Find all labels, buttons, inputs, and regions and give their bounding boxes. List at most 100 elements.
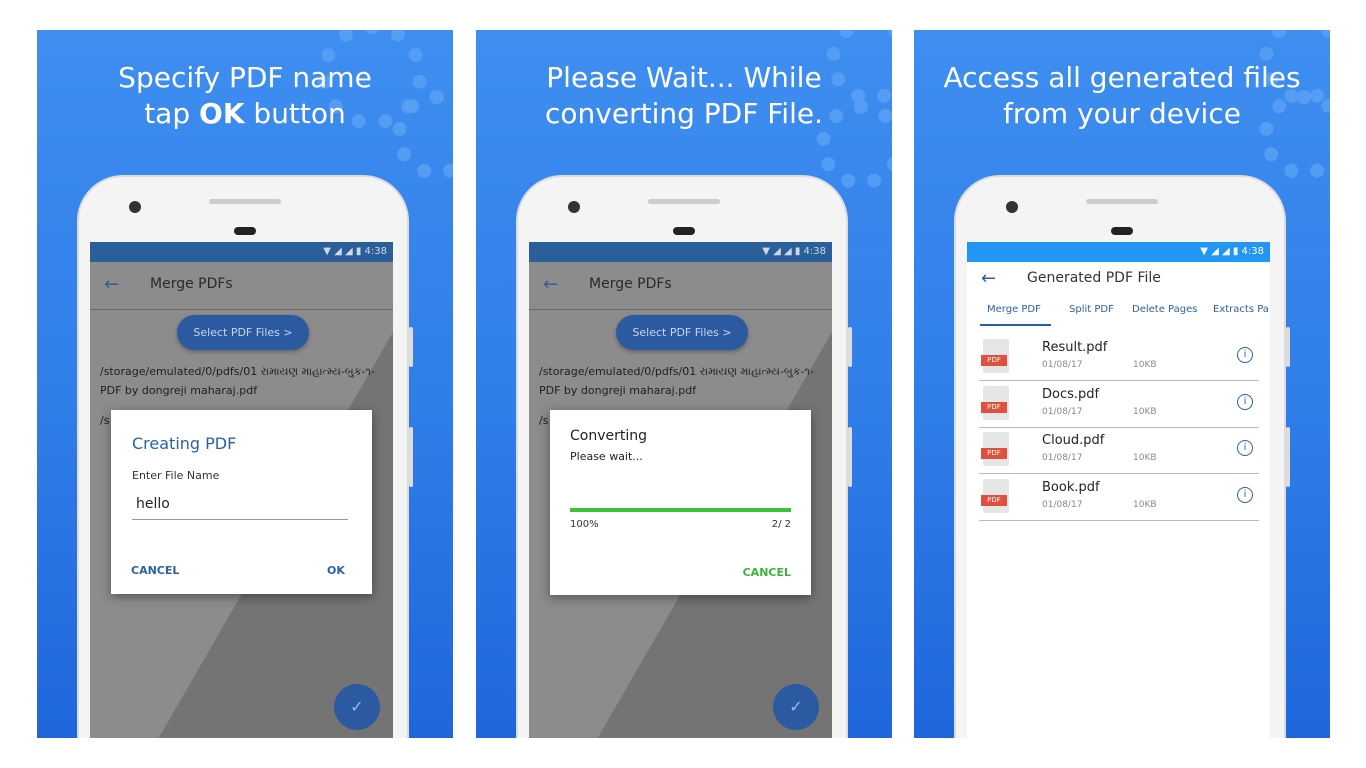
camera [129, 201, 141, 213]
check-icon[interactable]: ✓ [773, 684, 819, 730]
progress-fill [570, 508, 791, 512]
file-path: /storage/emulated/0/pdfs/01 રામાયણ માહાત… [539, 365, 814, 397]
file-name: Cloud.pdf [1042, 433, 1105, 448]
promo-panel-3: Access all generated files from your dev… [914, 30, 1330, 738]
file-row[interactable]: PDF Docs.pdf 01/08/17 10KB i [979, 382, 1259, 428]
arrow-left-icon[interactable]: ← [543, 274, 558, 295]
phone-screen: ▼ ◢ ◢ ▮ 4:38 ← Merge PDFs Select PDF Fil… [90, 242, 393, 738]
status-bar: ▼ ◢ ◢ ▮ 4:38 [967, 242, 1270, 262]
file-size: 10KB [1133, 499, 1157, 510]
headline-line: Specify PDF name [118, 61, 372, 94]
power-button [1286, 427, 1290, 487]
pdf-file-icon: PDF [981, 432, 1009, 466]
tab-delete-pages[interactable]: Delete Pages [1132, 304, 1197, 315]
camera [568, 201, 580, 213]
file-row[interactable]: PDF Book.pdf 01/08/17 10KB i [979, 475, 1259, 521]
file-row[interactable]: PDF Result.pdf 01/08/17 10KB i [979, 335, 1259, 381]
check-icon[interactable]: ✓ [334, 684, 380, 730]
active-tab-indicator [980, 324, 1051, 326]
file-date: 01/08/17 [1042, 499, 1083, 510]
pdf-icon-label: PDF [981, 355, 1007, 366]
sensor [673, 227, 695, 235]
status-bar: ▼ ◢ ◢ ▮ 4:38 [529, 242, 832, 262]
toolbar: ← Generated PDF File [967, 262, 1270, 302]
info-icon[interactable]: i [1237, 440, 1253, 456]
select-pdf-files-button[interactable]: Select PDF Files > [616, 315, 748, 350]
headline-line: Please Wait... While [546, 61, 822, 94]
file-size: 10KB [1133, 360, 1157, 370]
file-name: Docs.pdf [1042, 386, 1100, 402]
info-icon[interactable]: i [1237, 486, 1253, 503]
file-name: Result.pdf [1042, 340, 1108, 355]
promo-panel-2: Please Wait... While converting PDF File… [476, 30, 892, 738]
sensor [1111, 227, 1133, 235]
field-label: Enter File Name [132, 469, 220, 482]
file-date: 01/08/17 [1042, 453, 1083, 463]
pdf-icon-label: PDF [981, 448, 1007, 459]
pdf-icon-label: PDF [981, 494, 1007, 506]
power-button [409, 427, 413, 487]
file-size: 10KB [1133, 406, 1157, 417]
speaker [1086, 199, 1158, 204]
headline: Specify PDF name tap OK button [37, 60, 453, 132]
progress-bar [570, 508, 791, 512]
tab-extract-pages[interactable]: Extracts Pa [1213, 304, 1269, 315]
pdf-file-icon: PDF [981, 385, 1009, 420]
phone-screen: ▼ ◢ ◢ ▮ 4:38 ← Merge PDFs Select PDF Fil… [529, 242, 832, 738]
converting-dialog: Converting Please wait... 100% 2/ 2 CANC… [550, 410, 811, 595]
file-date: 01/08/17 [1042, 360, 1083, 370]
tab-split-pdf[interactable]: Split PDF [1069, 304, 1114, 315]
headline-text: button [244, 97, 346, 130]
status-time: 4:38 [1241, 246, 1264, 257]
status-time: 4:38 [803, 246, 826, 257]
speaker [648, 199, 720, 204]
dialog-subtitle: Please wait... [570, 450, 643, 463]
headline-line: Access all generated files [943, 61, 1301, 94]
volume-button [848, 327, 852, 367]
toolbar: ← Merge PDFs [529, 262, 832, 310]
file-row[interactable]: PDF Cloud.pdf 01/08/17 10KB i [979, 428, 1259, 474]
creating-pdf-dialog: Creating PDF Enter File Name hello CANCE… [111, 410, 372, 594]
camera [1006, 201, 1018, 213]
file-path: /s [100, 414, 110, 427]
toolbar: ← Merge PDFs [90, 262, 393, 310]
file-size: 10KB [1133, 453, 1157, 463]
file-name-input[interactable]: hello [132, 496, 348, 520]
cancel-button[interactable]: CANCEL [743, 566, 791, 579]
volume-button [1286, 327, 1290, 367]
tab-bar: Merge PDF Split PDF Delete Pages Extract… [967, 300, 1270, 328]
pdf-icon-label: PDF [981, 401, 1007, 413]
arrow-left-icon[interactable]: ← [981, 268, 996, 289]
headline-bold: OK [199, 97, 245, 130]
headline-line: from your device [1003, 97, 1241, 130]
headline-line: converting PDF File. [545, 97, 823, 130]
headline-text: tap [144, 97, 200, 130]
pdf-file-icon: PDF [981, 478, 1009, 513]
toolbar-title: Generated PDF File [1027, 270, 1161, 286]
sensor [234, 227, 256, 235]
dialog-title: Creating PDF [132, 434, 237, 453]
power-button [848, 427, 852, 487]
speaker [209, 199, 281, 204]
progress-percent: 100% [570, 519, 599, 530]
status-time: 4:38 [364, 246, 387, 257]
arrow-left-icon[interactable]: ← [104, 274, 119, 295]
toolbar-title: Merge PDFs [589, 276, 672, 292]
volume-button [409, 327, 413, 367]
status-bar: ▼ ◢ ◢ ▮ 4:38 [90, 242, 393, 262]
phone-screen: ▼ ◢ ◢ ▮ 4:38 ← Generated PDF File Merge … [967, 242, 1270, 738]
file-date: 01/08/17 [1042, 406, 1083, 417]
pdf-file-icon: PDF [981, 339, 1009, 373]
promo-panel-1: Specify PDF name tap OK button ▼ ◢ ◢ ▮ 4… [37, 30, 453, 738]
file-name: Book.pdf [1042, 479, 1100, 495]
info-icon[interactable]: i [1237, 347, 1253, 363]
select-pdf-files-button[interactable]: Select PDF Files > [177, 315, 309, 350]
progress-count: 2/ 2 [771, 519, 791, 530]
file-path: /s [539, 414, 549, 427]
toolbar-title: Merge PDFs [150, 276, 233, 292]
tab-merge-pdf[interactable]: Merge PDF [987, 304, 1041, 315]
headline: Access all generated files from your dev… [914, 60, 1330, 132]
cancel-button[interactable]: CANCEL [131, 564, 179, 577]
info-icon[interactable]: i [1237, 393, 1253, 410]
ok-button[interactable]: OK [327, 564, 345, 577]
